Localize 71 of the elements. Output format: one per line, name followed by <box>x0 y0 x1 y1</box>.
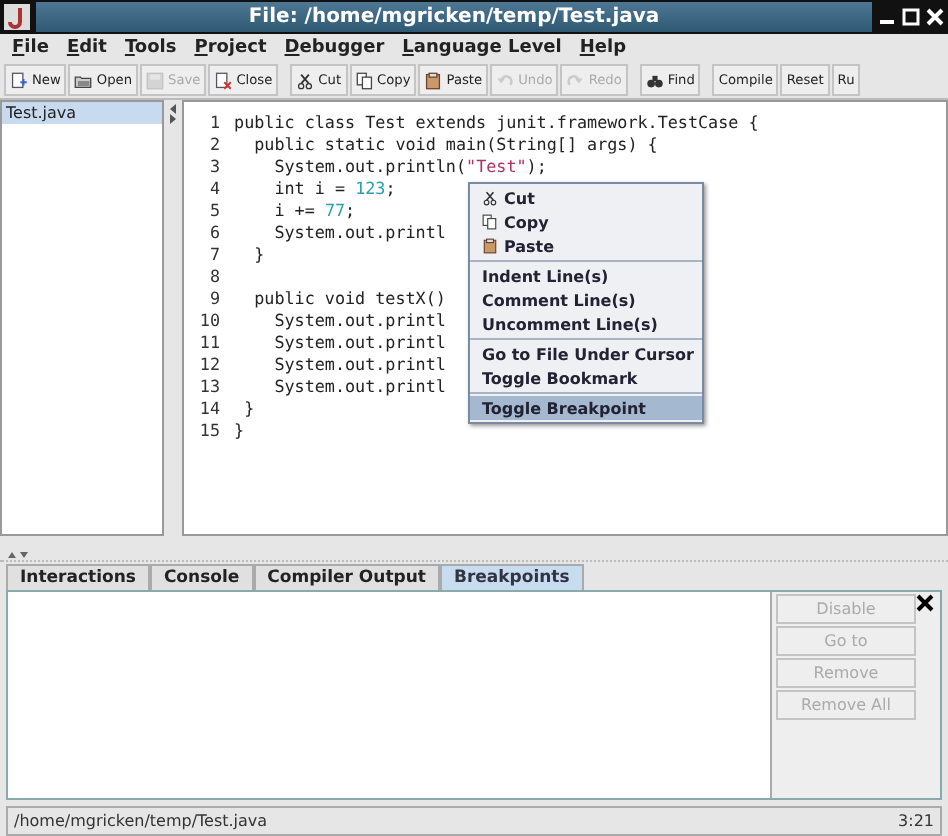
line-number: 4 <box>207 178 222 200</box>
folder-icon <box>74 71 93 89</box>
code-line: System.out.printl <box>272 376 446 398</box>
redo-icon <box>566 71 585 89</box>
cut-icon <box>296 71 315 89</box>
window-title: File: /home/mgricken/temp/Test.java <box>248 6 660 28</box>
close-file-icon <box>214 71 233 89</box>
code-line: System.out.printl <box>272 310 446 332</box>
context-menu-item[interactable]: Toggle Bookmark <box>470 366 702 390</box>
menu-item[interactable]: Debugger <box>284 38 385 58</box>
maximize-icon[interactable] <box>902 8 920 26</box>
code-line: } <box>242 398 255 420</box>
context-menu-item[interactable]: Comment Line(s) <box>470 288 702 312</box>
context-menu-item[interactable]: Toggle Breakpoint <box>470 396 702 420</box>
code-line: i += 77; <box>272 200 356 222</box>
context-menu-item[interactable]: Paste <box>470 234 702 258</box>
file-path: /home/mgricken/temp/Test.java <box>14 812 268 830</box>
paste-icon <box>482 238 498 254</box>
line-number: 10 <box>197 310 222 332</box>
new-file-icon <box>10 71 28 89</box>
tab[interactable]: Console <box>149 564 254 590</box>
code-line: public class Test extends junit.framework.TestCase { <box>232 112 759 134</box>
line-number: 2 <box>207 134 222 156</box>
tab[interactable]: Breakpoints <box>439 564 584 590</box>
line-number: 6 <box>207 222 222 244</box>
line-number: 14 <box>197 398 222 420</box>
cut-icon <box>482 190 498 206</box>
line-number: 13 <box>197 376 222 398</box>
line-number: 11 <box>197 332 222 354</box>
app-logo-icon <box>4 4 30 30</box>
tab[interactable]: Compiler Output <box>253 564 440 590</box>
menu-item[interactable]: Help <box>579 38 627 58</box>
code-line: } <box>252 244 265 266</box>
code-line: System.out.println("Test"); <box>272 156 547 178</box>
line-number: 1 <box>207 112 222 134</box>
menu-item[interactable]: Edit <box>66 38 107 58</box>
copy-icon <box>482 214 498 230</box>
code-line: public void testX() <box>252 288 446 310</box>
line-number: 5 <box>207 200 222 222</box>
splitter-arrows-icon[interactable] <box>8 550 28 560</box>
code-line: System.out.printl <box>272 222 446 244</box>
context-menu-item[interactable]: Uncomment Line(s) <box>470 312 702 336</box>
code-line: public static void main(String[] args) { <box>252 134 658 156</box>
tab[interactable]: Interactions <box>6 564 150 590</box>
code-line: System.out.printl <box>272 354 446 376</box>
menu-item[interactable]: Language Level <box>402 38 562 58</box>
context-menu-item[interactable]: Cut <box>470 186 702 210</box>
line-number: 15 <box>197 420 222 442</box>
context-menu-item[interactable]: Go to File Under Cursor <box>470 342 702 366</box>
undo-icon <box>496 71 515 89</box>
close-icon[interactable] <box>916 594 934 612</box>
code-line: int i = 123; <box>272 178 396 200</box>
file-list-item[interactable]: Test.java <box>2 102 162 124</box>
menu-item[interactable]: Tools <box>124 38 177 58</box>
menu-item[interactable]: File <box>12 38 49 58</box>
line-number: 8 <box>207 266 222 288</box>
menu-item[interactable]: Project <box>194 38 267 58</box>
binoculars-icon <box>645 71 664 89</box>
line-number: 9 <box>207 288 222 310</box>
line-number: 12 <box>197 354 222 376</box>
save-icon <box>146 71 165 89</box>
paste-icon <box>424 71 443 89</box>
code-line: } <box>232 420 245 442</box>
context-menu-item[interactable]: Copy <box>470 210 702 234</box>
line-number: 3 <box>207 156 222 178</box>
cursor-position: 3:21 <box>898 812 934 830</box>
context-menu-item[interactable]: Indent Line(s) <box>470 264 702 288</box>
scroll-arrows-icon[interactable] <box>167 104 177 124</box>
copy-icon <box>355 71 374 89</box>
code-line: System.out.printl <box>272 332 446 354</box>
line-number: 7 <box>207 244 222 266</box>
